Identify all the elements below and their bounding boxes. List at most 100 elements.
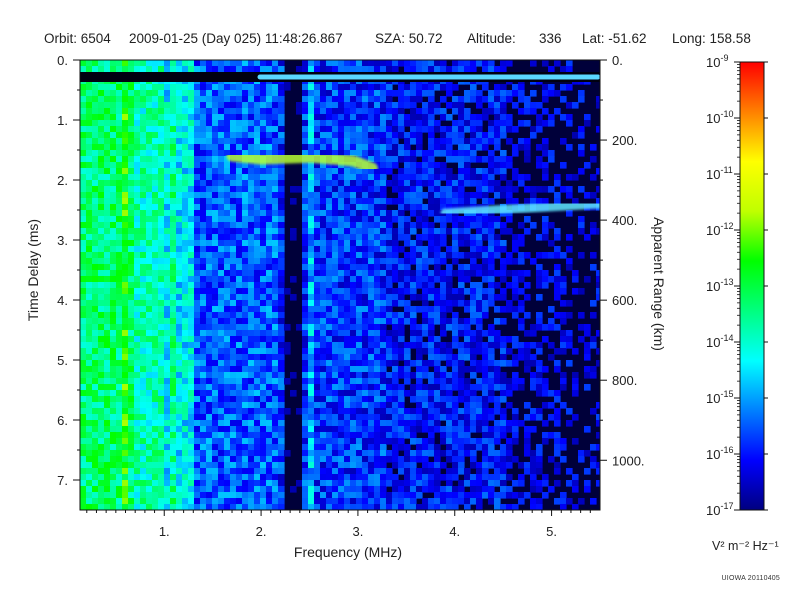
heatmap-cell: [488, 258, 495, 265]
heatmap-cell: [218, 168, 225, 175]
heatmap-cell: [362, 342, 369, 349]
heatmap-cell: [254, 132, 261, 139]
heatmap-cell: [194, 66, 201, 73]
heatmap-cell: [218, 444, 225, 451]
heatmap-cell: [506, 402, 513, 409]
heatmap-cell: [218, 108, 225, 115]
heatmap-cell: [374, 426, 381, 433]
heatmap-cell: [98, 126, 105, 133]
heatmap-cell: [200, 492, 207, 499]
heatmap-cell: [452, 426, 459, 433]
heatmap-cell: [254, 120, 261, 127]
heatmap-cell: [110, 186, 117, 193]
heatmap-cell: [416, 240, 423, 247]
heatmap-cell: [488, 246, 495, 253]
heatmap-cell: [164, 396, 171, 403]
heatmap-cell: [428, 114, 435, 121]
heatmap-cell: [470, 282, 477, 289]
heatmap-cell: [110, 282, 117, 289]
heatmap-cell: [440, 288, 447, 295]
heatmap-cell: [326, 318, 333, 325]
heatmap-cell: [134, 150, 141, 157]
heatmap-cell: [146, 216, 153, 223]
heatmap-cell: [80, 312, 87, 319]
heatmap-cell: [362, 294, 369, 301]
heatmap-cell: [158, 96, 165, 103]
heatmap-cell: [482, 480, 489, 487]
heatmap-cell: [356, 240, 363, 247]
heatmap-cell: [272, 486, 279, 493]
heatmap-cell: [236, 84, 243, 91]
heatmap-cell: [224, 420, 231, 427]
heatmap-cell: [482, 402, 489, 409]
heatmap-cell: [458, 360, 465, 367]
heatmap-cell: [404, 222, 411, 229]
heatmap-cell: [350, 252, 357, 259]
heatmap-cell: [362, 354, 369, 361]
heatmap-cell: [86, 258, 93, 265]
heatmap-cell: [98, 276, 105, 283]
heatmap-cell: [476, 498, 483, 505]
heatmap-cell: [134, 492, 141, 499]
heatmap-cell: [428, 138, 435, 145]
heatmap-cell: [398, 354, 405, 361]
heatmap-cell: [476, 300, 483, 307]
heatmap-cell: [416, 258, 423, 265]
heatmap-cell: [326, 120, 333, 127]
heatmap-cell: [314, 348, 321, 355]
heatmap-cell: [116, 378, 123, 385]
heatmap-cell: [260, 288, 267, 295]
heatmap-cell: [80, 294, 87, 301]
heatmap-cell: [314, 384, 321, 391]
heatmap-cell: [152, 432, 159, 439]
heatmap-cell: [116, 372, 123, 379]
heatmap-cell: [464, 126, 471, 133]
heatmap-cell: [92, 378, 99, 385]
heatmap-cell: [128, 96, 135, 103]
heatmap-cell: [266, 354, 273, 361]
heatmap-cell: [242, 432, 249, 439]
heatmap-cell: [194, 264, 201, 271]
heatmap-cell: [194, 330, 201, 337]
heatmap-cell: [362, 480, 369, 487]
heatmap-cell: [194, 258, 201, 265]
heatmap-cell: [158, 90, 165, 97]
heatmap-cell: [332, 300, 339, 307]
heatmap-cell: [368, 450, 375, 457]
heatmap-cell: [392, 228, 399, 235]
heatmap-cell: [518, 174, 525, 181]
heatmap-cell: [476, 168, 483, 175]
heatmap-cell: [140, 384, 147, 391]
heatmap-cell: [164, 126, 171, 133]
heatmap-cell: [236, 390, 243, 397]
heatmap-cell: [158, 156, 165, 163]
heatmap-cell: [368, 312, 375, 319]
heatmap-cell: [398, 84, 405, 91]
heatmap-cell: [242, 360, 249, 367]
heatmap-cell: [362, 474, 369, 481]
heatmap-cell: [194, 198, 201, 205]
heatmap-cell: [422, 480, 429, 487]
heatmap-cell: [182, 60, 189, 67]
heatmap-cell: [470, 372, 477, 379]
heatmap-cell: [470, 258, 477, 265]
heatmap-cell: [194, 246, 201, 253]
heatmap-cell: [428, 228, 435, 235]
heatmap-cell: [224, 216, 231, 223]
heatmap-cell: [218, 126, 225, 133]
heatmap-cell: [146, 444, 153, 451]
heatmap-cell: [128, 342, 135, 349]
heatmap-cell: [164, 276, 171, 283]
heatmap-cell: [230, 174, 237, 181]
heatmap-cell: [158, 306, 165, 313]
heatmap-cell: [458, 216, 465, 223]
heatmap-cell: [368, 66, 375, 73]
heatmap-cell: [164, 312, 171, 319]
heatmap-cell: [350, 432, 357, 439]
heatmap-cell: [272, 198, 279, 205]
heatmap-cell: [476, 120, 483, 127]
heatmap-cell: [266, 378, 273, 385]
heatmap-cell: [146, 198, 153, 205]
heatmap-cell: [410, 258, 417, 265]
heatmap-cell: [386, 240, 393, 247]
